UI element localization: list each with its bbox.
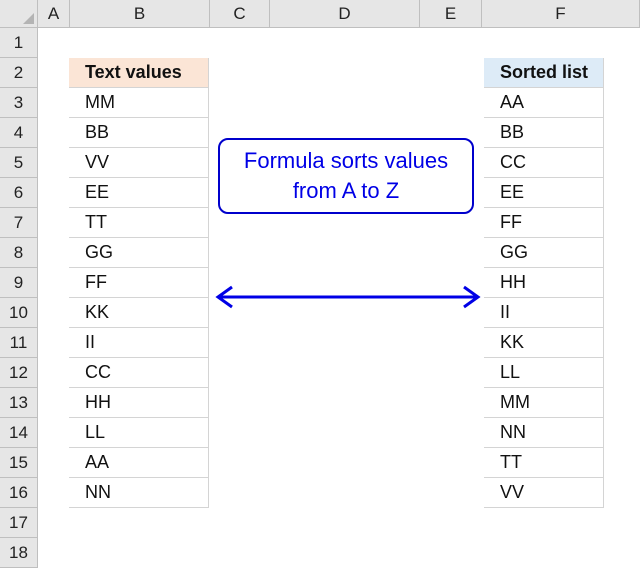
column-header-c[interactable]: C — [210, 0, 270, 28]
sorted-value-cell[interactable]: EE — [484, 178, 604, 208]
row-header[interactable]: 9 — [0, 268, 38, 298]
text-value-cell[interactable]: EE — [69, 178, 209, 208]
text-value-cell[interactable]: FF — [69, 268, 209, 298]
sorted-value-cell[interactable]: FF — [484, 208, 604, 238]
sorted-value-cell[interactable]: NN — [484, 418, 604, 448]
sorted-value-cell[interactable]: BB — [484, 118, 604, 148]
row-header[interactable]: 8 — [0, 238, 38, 268]
column-header-a[interactable]: A — [38, 0, 70, 28]
text-value-cell[interactable]: II — [69, 328, 209, 358]
row-header[interactable]: 16 — [0, 478, 38, 508]
row-header[interactable]: 18 — [0, 538, 38, 568]
sorted-value-cell[interactable]: GG — [484, 238, 604, 268]
row-header[interactable]: 2 — [0, 58, 38, 88]
text-value-cell[interactable]: NN — [69, 478, 209, 508]
text-value-cell[interactable]: VV — [69, 148, 209, 178]
text-values-header-cell[interactable]: Text values — [69, 58, 209, 88]
column-header-f[interactable]: F — [482, 0, 640, 28]
callout-line-2: from A to Z — [292, 178, 400, 203]
spreadsheet: A B C D E F 1 2 3 4 5 6 7 8 9 10 11 12 1… — [0, 0, 640, 568]
select-all-triangle-icon — [23, 13, 34, 24]
sorted-value-cell[interactable]: II — [484, 298, 604, 328]
column-header-e[interactable]: E — [420, 0, 482, 28]
sorted-value-cell[interactable]: TT — [484, 448, 604, 478]
sorted-value-cell[interactable]: VV — [484, 478, 604, 508]
text-value-cell[interactable]: MM — [69, 88, 209, 118]
sorted-value-cell[interactable]: KK — [484, 328, 604, 358]
double-headed-arrow-icon[interactable] — [214, 284, 482, 310]
row-header[interactable]: 10 — [0, 298, 38, 328]
row-header[interactable]: 13 — [0, 388, 38, 418]
text-value-cell[interactable]: AA — [69, 448, 209, 478]
select-all-corner[interactable] — [0, 0, 38, 28]
row-header[interactable]: 15 — [0, 448, 38, 478]
text-value-cell[interactable]: LL — [69, 418, 209, 448]
row-header[interactable]: 17 — [0, 508, 38, 538]
callout-line-1: Formula sorts values — [243, 148, 449, 173]
text-value-cell[interactable]: HH — [69, 388, 209, 418]
sorted-value-cell[interactable]: MM — [484, 388, 604, 418]
row-header[interactable]: 12 — [0, 358, 38, 388]
column-header-row: A B C D E F — [38, 0, 640, 28]
text-value-cell[interactable]: BB — [69, 118, 209, 148]
row-header[interactable]: 3 — [0, 88, 38, 118]
sorted-value-cell[interactable]: LL — [484, 358, 604, 388]
row-header[interactable]: 11 — [0, 328, 38, 358]
text-value-cell[interactable]: TT — [69, 208, 209, 238]
sorted-value-cell[interactable]: AA — [484, 88, 604, 118]
row-header[interactable]: 1 — [0, 28, 38, 58]
row-header[interactable]: 7 — [0, 208, 38, 238]
row-header[interactable]: 6 — [0, 178, 38, 208]
text-value-cell[interactable]: GG — [69, 238, 209, 268]
text-value-cell[interactable]: CC — [69, 358, 209, 388]
sorted-value-cell[interactable]: CC — [484, 148, 604, 178]
formula-callout-shape[interactable]: Formula sorts values from A to Z — [218, 138, 474, 214]
sorted-value-cell[interactable]: HH — [484, 268, 604, 298]
row-header[interactable]: 5 — [0, 148, 38, 178]
text-value-cell[interactable]: KK — [69, 298, 209, 328]
row-header[interactable]: 14 — [0, 418, 38, 448]
row-header[interactable]: 4 — [0, 118, 38, 148]
column-header-d[interactable]: D — [270, 0, 420, 28]
sorted-list-header-cell[interactable]: Sorted list — [484, 58, 604, 88]
column-header-b[interactable]: B — [70, 0, 210, 28]
